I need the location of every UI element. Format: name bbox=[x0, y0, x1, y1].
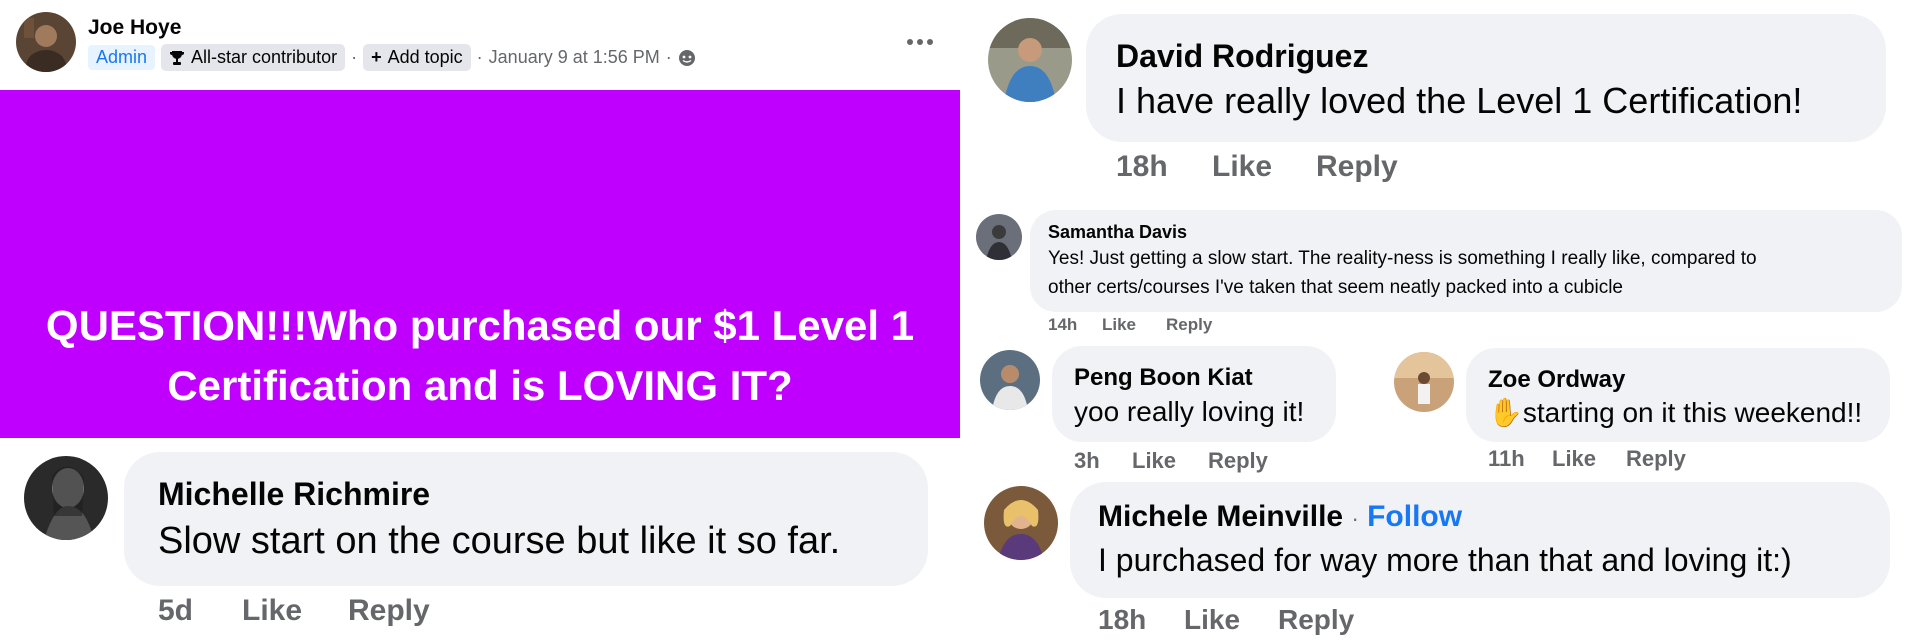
reply-button[interactable]: Reply bbox=[348, 594, 430, 628]
comment-time[interactable]: 11h bbox=[1488, 446, 1552, 472]
comment-text-line-2: other certs/courses I've taken that seem… bbox=[1048, 277, 1623, 298]
all-star-contributor-badge[interactable]: All-star contributor bbox=[161, 44, 346, 71]
separator: · bbox=[351, 47, 358, 67]
comment-time[interactable]: 18h bbox=[1116, 150, 1212, 184]
follow-button[interactable]: Follow bbox=[1367, 500, 1462, 533]
post-banner: QUESTION!!!Who purchased our $1 Level 1 … bbox=[0, 90, 960, 438]
comment-time[interactable]: 18h bbox=[1098, 604, 1184, 636]
like-button[interactable]: Like bbox=[1132, 448, 1208, 474]
like-button[interactable]: Like bbox=[1184, 604, 1278, 636]
separator: · bbox=[1351, 506, 1359, 531]
comment-bubble bbox=[1086, 14, 1886, 142]
more-options-icon[interactable] bbox=[906, 20, 934, 54]
avatar-michelle-richmire[interactable] bbox=[24, 456, 108, 540]
comment-text: Slow start on the course but like it so … bbox=[158, 520, 841, 562]
reply-button[interactable]: Reply bbox=[1208, 448, 1268, 474]
like-button[interactable]: Like bbox=[1212, 150, 1316, 184]
comment-text: I have really loved the Level 1 Certific… bbox=[1116, 80, 1803, 121]
post-timestamp[interactable]: January 9 at 1:56 PM bbox=[489, 47, 660, 68]
admin-badge[interactable]: Admin bbox=[88, 45, 156, 70]
like-button[interactable]: Like bbox=[1552, 446, 1626, 472]
contributor-label: All-star contributor bbox=[191, 47, 338, 67]
privacy-icon[interactable] bbox=[678, 49, 696, 67]
avatar-david-rodriguez[interactable] bbox=[988, 18, 1072, 102]
comment-actions: 3h Like Reply bbox=[1074, 448, 1268, 474]
raised-hand-icon: ✋ bbox=[1488, 397, 1523, 428]
post-author-name[interactable]: Joe Hoye bbox=[88, 16, 181, 40]
comment-actions: 11h Like Reply bbox=[1488, 446, 1686, 472]
plus-icon: + bbox=[371, 47, 382, 67]
add-topic-button[interactable]: + Add topic bbox=[363, 44, 471, 71]
comment-text: ✋starting on it this weekend!! bbox=[1488, 396, 1862, 429]
avatar-michele-meinville[interactable] bbox=[984, 486, 1058, 560]
comment-time[interactable]: 5d bbox=[158, 594, 242, 628]
like-button[interactable]: Like bbox=[242, 594, 348, 628]
separator: · bbox=[476, 47, 483, 67]
comment-author-name[interactable]: David Rodriguez bbox=[1116, 38, 1368, 75]
comment-bubble bbox=[124, 452, 928, 586]
add-topic-label: Add topic bbox=[387, 47, 463, 67]
comment-actions: 14h Like Reply bbox=[1048, 315, 1212, 335]
comment-time[interactable]: 14h bbox=[1048, 315, 1102, 335]
comment-author-name[interactable]: Peng Boon Kiat bbox=[1074, 364, 1253, 392]
like-button[interactable]: Like bbox=[1102, 315, 1166, 335]
avatar-samantha-davis[interactable] bbox=[976, 214, 1022, 260]
post-meta-row: Admin All-star contributor · + Add topic… bbox=[88, 44, 696, 71]
comment-author-name[interactable]: Zoe Ordway bbox=[1488, 366, 1625, 394]
reply-button[interactable]: Reply bbox=[1278, 604, 1354, 636]
comment-author-name[interactable]: Samantha Davis bbox=[1048, 222, 1187, 243]
comment-time[interactable]: 3h bbox=[1074, 448, 1132, 474]
trophy-icon bbox=[169, 50, 185, 66]
reply-button[interactable]: Reply bbox=[1626, 446, 1686, 472]
post-banner-text: QUESTION!!!Who purchased our $1 Level 1 … bbox=[45, 302, 915, 409]
comment-author-name[interactable]: Michelle Richmire bbox=[158, 476, 430, 513]
comment-header: Michele Meinville · Follow bbox=[1098, 500, 1462, 534]
comment-author-name[interactable]: Michele Meinville bbox=[1098, 500, 1343, 533]
comment-text: yoo really loving it! bbox=[1074, 396, 1305, 427]
avatar-zoe-ordway[interactable] bbox=[1394, 352, 1454, 412]
comment-text-line-1: Yes! Just getting a slow start. The real… bbox=[1048, 248, 1757, 269]
avatar-peng-boon-kiat[interactable] bbox=[980, 350, 1040, 410]
comment-actions: 18h Like Reply bbox=[1116, 150, 1398, 184]
avatar-joe-hoye[interactable] bbox=[16, 12, 76, 72]
reply-button[interactable]: Reply bbox=[1166, 315, 1212, 335]
comment-text-body: starting on it this weekend!! bbox=[1522, 397, 1863, 428]
comment-actions: 18h Like Reply bbox=[1098, 604, 1354, 636]
comment-actions: 5d Like Reply bbox=[158, 594, 430, 628]
comment-text: I purchased for way more than that and l… bbox=[1098, 542, 1792, 578]
reply-button[interactable]: Reply bbox=[1316, 150, 1398, 184]
separator: · bbox=[665, 47, 672, 67]
